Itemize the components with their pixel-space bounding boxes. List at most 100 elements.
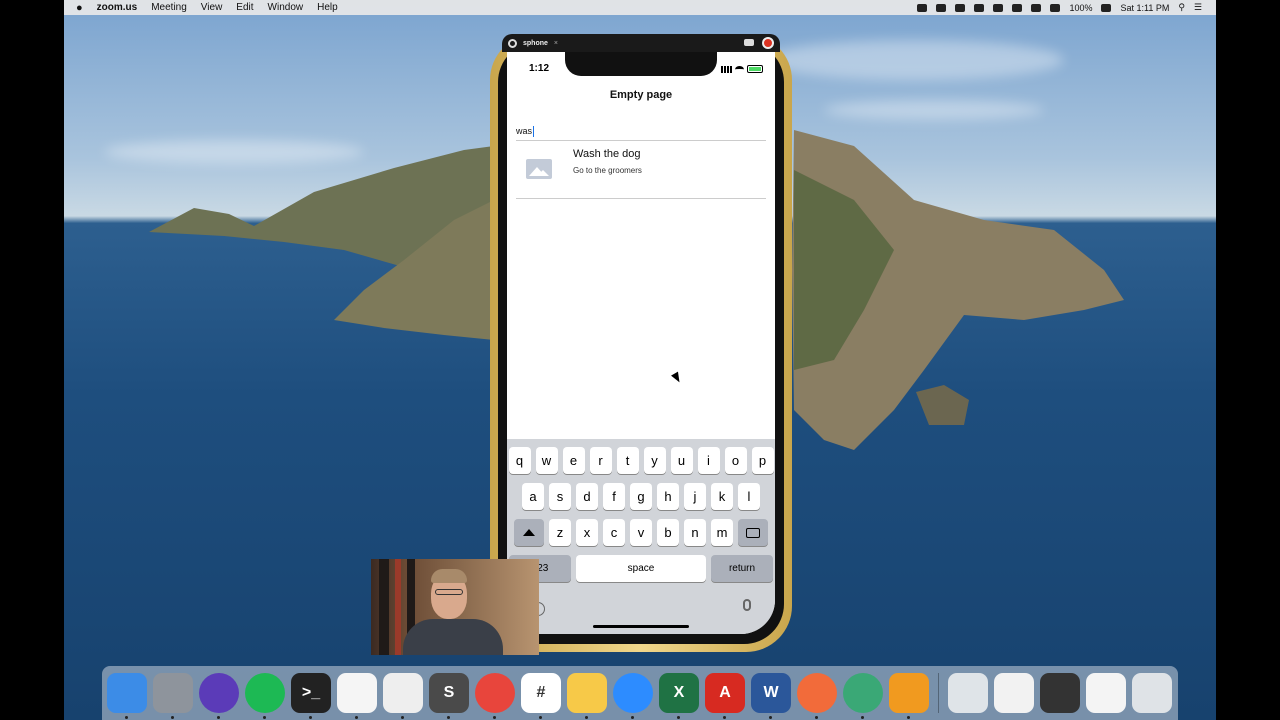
key-x[interactable]: x: [576, 519, 598, 546]
key-m[interactable]: m: [711, 519, 733, 546]
idea-bulb-icon[interactable]: [567, 673, 607, 719]
running-indicator: [585, 716, 588, 719]
zoom-icon[interactable]: [613, 673, 653, 719]
finder-icon[interactable]: [107, 673, 147, 719]
menu-help[interactable]: Help: [317, 2, 338, 13]
sublime-text-icon[interactable]: S: [429, 673, 469, 719]
space-key[interactable]: space: [576, 555, 706, 582]
menu-view[interactable]: View: [201, 2, 223, 13]
microphone-icon[interactable]: [743, 599, 751, 611]
return-key[interactable]: return: [711, 555, 773, 582]
chrome-icon[interactable]: [475, 673, 515, 719]
key-y[interactable]: y: [643, 447, 666, 474]
textedit-icon[interactable]: [383, 673, 423, 719]
key-l[interactable]: l: [738, 483, 760, 510]
running-indicator: [539, 716, 542, 719]
notification-center-icon[interactable]: ☰: [1194, 2, 1202, 13]
list-item[interactable]: Wash the dog Go to the groomers: [516, 142, 766, 199]
key-v[interactable]: v: [630, 519, 652, 546]
menubar-extras: 100% Sat 1:11 PM ⚲ ☰: [917, 0, 1202, 15]
bluetooth-icon[interactable]: [1031, 3, 1042, 12]
keyboard-row-1: q w e r t y u i o p: [507, 447, 775, 474]
menu-edit[interactable]: Edit: [236, 2, 253, 13]
key-c[interactable]: c: [603, 519, 625, 546]
running-indicator: [815, 716, 818, 719]
running-indicator: [861, 716, 864, 719]
shift-key[interactable]: [514, 519, 544, 546]
acrobat-icon[interactable]: A: [705, 673, 745, 719]
key-i[interactable]: i: [697, 447, 720, 474]
spotify-icon[interactable]: [245, 673, 285, 719]
wifi-icon[interactable]: [1050, 3, 1061, 12]
menu-window[interactable]: Window: [268, 2, 304, 13]
key-q[interactable]: q: [508, 447, 531, 474]
close-icon[interactable]: ×: [554, 40, 558, 47]
battery-percent[interactable]: 100%: [1069, 3, 1092, 13]
trash-icon[interactable]: [1132, 673, 1172, 713]
launchpad-icon[interactable]: [153, 673, 193, 719]
paw-icon[interactable]: [797, 673, 837, 719]
key-b[interactable]: b: [657, 519, 679, 546]
key-e[interactable]: e: [562, 447, 585, 474]
list-item-subtitle: Go to the groomers: [573, 166, 642, 175]
key-r[interactable]: r: [589, 447, 612, 474]
backspace-key[interactable]: [738, 519, 768, 546]
clock[interactable]: Sat 1:11 PM: [1120, 3, 1169, 13]
key-p[interactable]: p: [751, 447, 774, 474]
text-caret: [533, 125, 535, 137]
siri-icon[interactable]: [199, 673, 239, 719]
key-d[interactable]: d: [576, 483, 598, 510]
running-indicator: [631, 716, 634, 719]
key-s[interactable]: s: [549, 483, 571, 510]
frames-icon[interactable]: [889, 673, 929, 719]
excel-icon[interactable]: X: [659, 673, 699, 719]
record-icon[interactable]: [762, 37, 774, 49]
backspace-icon: [746, 527, 760, 538]
key-z[interactable]: z: [549, 519, 571, 546]
home-indicator[interactable]: [593, 625, 689, 628]
status-app-icon[interactable]: [974, 3, 985, 12]
search-input[interactable]: was: [516, 122, 766, 141]
slack-icon[interactable]: #: [521, 673, 561, 719]
airplay-icon[interactable]: [993, 3, 1004, 12]
key-u[interactable]: u: [670, 447, 693, 474]
key-k[interactable]: k: [711, 483, 733, 510]
webcam-video-overlay[interactable]: [371, 559, 539, 655]
document-stack-icon[interactable]: [1086, 673, 1126, 713]
downloads-stack-icon[interactable]: [948, 673, 988, 713]
running-indicator: [217, 716, 220, 719]
menu-meeting[interactable]: Meeting: [151, 2, 187, 13]
camera-icon[interactable]: [744, 39, 754, 46]
gear-icon[interactable]: [508, 38, 517, 48]
time-machine-icon[interactable]: [1012, 3, 1023, 12]
reminders-icon[interactable]: [337, 673, 377, 719]
key-o[interactable]: o: [724, 447, 747, 474]
status-time: 1:12: [529, 63, 550, 74]
key-a[interactable]: a: [522, 483, 544, 510]
letterbox-left: [0, 0, 64, 720]
key-h[interactable]: h: [657, 483, 679, 510]
key-t[interactable]: t: [616, 447, 639, 474]
video-stack-icon[interactable]: [1040, 673, 1080, 713]
apple-menu-icon[interactable]: ●: [76, 2, 83, 14]
terminal-icon[interactable]: >_: [291, 673, 331, 719]
status-app-icon[interactable]: [936, 3, 947, 12]
status-app-icon[interactable]: [955, 3, 966, 12]
simulator-tab[interactable]: sphone: [523, 40, 548, 47]
running-indicator: [769, 716, 772, 719]
screenshot-stack-icon[interactable]: [994, 673, 1034, 713]
list-item-title: Wash the dog: [573, 148, 641, 160]
battery-icon[interactable]: [1101, 3, 1112, 12]
key-g[interactable]: g: [630, 483, 652, 510]
word-icon[interactable]: W: [751, 673, 791, 719]
key-w[interactable]: w: [535, 447, 558, 474]
status-app-icon[interactable]: [917, 3, 928, 12]
macos-menubar: ● zoom.us Meeting View Edit Window Help …: [64, 0, 1216, 15]
key-j[interactable]: j: [684, 483, 706, 510]
key-n[interactable]: n: [684, 519, 706, 546]
vpn-icon[interactable]: [843, 673, 883, 719]
running-indicator: [263, 716, 266, 719]
menu-app-name[interactable]: zoom.us: [97, 2, 138, 13]
spotlight-icon[interactable]: ⚲: [1178, 2, 1185, 13]
key-f[interactable]: f: [603, 483, 625, 510]
